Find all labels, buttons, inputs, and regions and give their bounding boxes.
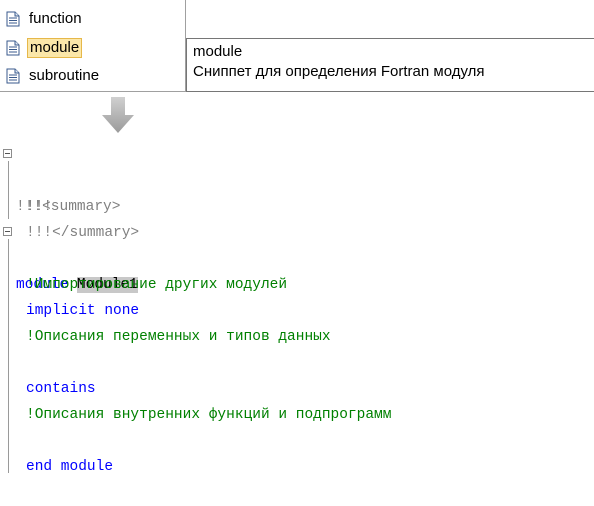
snippet-doc-icon xyxy=(6,40,20,56)
snippet-doc-icon xyxy=(6,11,20,27)
code-line: !!! xyxy=(0,168,594,215)
snippet-item-module[interactable]: module xyxy=(6,37,184,59)
snippet-item-subroutine[interactable]: subroutine xyxy=(6,65,184,87)
code-line: !Описания внутренних функций и подпрогра… xyxy=(0,376,594,423)
code-line: contains xyxy=(0,350,594,397)
code-line: module Module1 xyxy=(0,220,594,293)
snippet-doc-icon xyxy=(6,68,20,84)
code-line: !!!</summary> xyxy=(0,194,594,241)
snippet-tooltip: module Сниппет для определения Fortran м… xyxy=(186,38,594,92)
tooltip-description: Сниппет для определения Fortran модуля xyxy=(193,63,485,80)
snippet-item-label: subroutine xyxy=(29,67,100,84)
collapse-icon[interactable] xyxy=(3,227,12,236)
snippet-item-label: module xyxy=(27,38,83,58)
arrow-down-icon xyxy=(102,97,134,133)
keyword: end module xyxy=(26,459,114,475)
code-line: !Описания переменных и типов данных xyxy=(0,298,594,345)
collapse-icon[interactable] xyxy=(3,149,12,158)
code-line: !Импортирование других модулей xyxy=(0,246,594,293)
tooltip-title: module xyxy=(193,43,243,60)
code-line: implicit none xyxy=(0,272,594,319)
snippet-item-label: function xyxy=(29,10,82,27)
snippet-item-function[interactable]: function xyxy=(6,8,184,30)
code-line: end module xyxy=(0,428,594,475)
code-line: !!!<summary> xyxy=(0,142,594,215)
snippet-list[interactable]: function module subroutine xyxy=(0,0,186,92)
